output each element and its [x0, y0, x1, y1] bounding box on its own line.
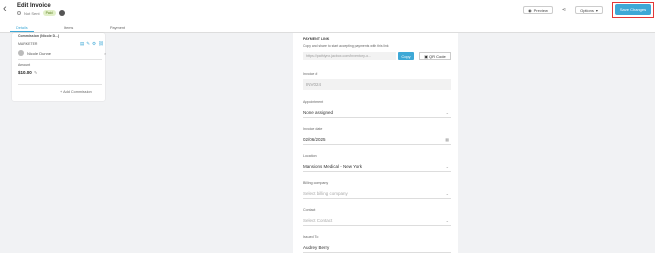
location-label: Location	[303, 154, 317, 158]
eye-icon: ◉	[528, 7, 532, 13]
chevron-down-icon: ⌄	[445, 110, 449, 115]
location-value: Mansions Medical - New York	[303, 164, 363, 169]
tab-bar: Details Items Payment	[0, 24, 655, 33]
qr-code-button[interactable]: ▣ QR Code	[419, 52, 451, 60]
tab-details[interactable]: Details	[16, 26, 28, 30]
divider	[18, 59, 102, 60]
contact-placeholder: Select Contact	[303, 218, 333, 223]
qr-code-icon: ▣	[424, 53, 429, 59]
save-changes-button[interactable]: Save Changes	[615, 4, 651, 15]
billing-company-placeholder: Select billing company	[303, 191, 348, 196]
preview-label: Preview	[533, 7, 548, 13]
pencil-icon[interactable]: ✎	[34, 70, 37, 75]
payment-link-field[interactable]: https://pathlynx.jacbox.com/inventory-o.…	[303, 52, 396, 60]
invoice-number-label: Invoice #	[303, 72, 318, 76]
marketer-name: Nicole Dunne	[27, 51, 52, 56]
qr-code-label: QR Code	[429, 53, 446, 59]
commission-heading: Commission (Nicole D...)	[18, 34, 60, 38]
issued-to-field[interactable]: Audrey Berry	[303, 242, 451, 253]
calendar-icon[interactable]: ▦	[445, 134, 449, 145]
payment-link-label: PAYMENT LINK	[303, 37, 330, 41]
contact-label: Contact	[303, 208, 316, 212]
top-bar: ‹ Edit Invoice Not Sent Paid ◉ Preview ⋖…	[0, 0, 655, 24]
tab-items[interactable]: Items	[64, 26, 73, 30]
billing-company-select[interactable]: Select billing company ⌄	[303, 188, 451, 199]
link-icon[interactable]: ⛓	[98, 41, 104, 47]
contact-select[interactable]: Select Contact ⌄	[303, 215, 451, 226]
card-actions: ▤ ✎ ⚙ ⛓	[80, 41, 104, 47]
status-icon	[17, 11, 21, 15]
invoice-date-value: 02/06/2025	[303, 137, 326, 142]
page-title: Edit Invoice	[17, 3, 51, 9]
gear-icon[interactable]: ⚙	[92, 41, 96, 47]
paid-badge: Paid	[42, 10, 56, 16]
back-arrow-icon[interactable]: ‹	[3, 3, 7, 15]
billing-company-label: Billing company	[303, 181, 329, 185]
status-text: Not Sent	[24, 10, 40, 16]
chevron-down-icon: ▾	[595, 7, 598, 13]
chevron-down-icon: ⌄	[445, 164, 449, 169]
edit-icon[interactable]: ✎	[86, 41, 90, 47]
amount-label: Amount	[18, 63, 31, 67]
appointment-select[interactable]: None assigned ⌄	[303, 107, 451, 118]
chevron-down-icon: ⌄	[445, 218, 449, 223]
payment-link-desc: Copy and share to start accepting paymen…	[303, 44, 389, 48]
avatar	[58, 10, 65, 16]
invoice-date-label: Invoice date	[303, 127, 323, 131]
appointment-label: Appointment	[303, 100, 324, 104]
chevron-down-icon: ⌄	[445, 191, 449, 196]
commission-card: Commission (Nicole D...) MARKETER ▤ ✎ ⚙ …	[12, 33, 106, 101]
marketer-avatar	[18, 50, 24, 56]
invoice-status-row: Not Sent Paid	[17, 10, 65, 16]
options-label: Options	[580, 7, 594, 13]
remove-icon[interactable]: ×	[104, 51, 106, 56]
divider	[18, 84, 102, 85]
invoice-number-field: INV024	[303, 79, 451, 90]
invoice-form: PAYMENT LINK Copy and share to start acc…	[293, 33, 458, 253]
appointment-value: None assigned	[303, 110, 334, 115]
issued-to-label: Issued To	[303, 235, 319, 239]
amount-value: $10.00	[18, 70, 32, 75]
tab-payment[interactable]: Payment	[110, 26, 125, 30]
add-commission-link[interactable]: + Add Commission	[60, 90, 92, 94]
preview-button[interactable]: ◉ Preview	[523, 6, 553, 14]
options-dropdown[interactable]: Options ▾	[575, 6, 603, 14]
location-select[interactable]: Mansions Medical - New York ⌄	[303, 161, 451, 172]
marketer-role: MARKETER	[18, 42, 38, 46]
invoice-date-field[interactable]: 02/06/2025 ▦	[303, 134, 451, 145]
copy-link-button[interactable]: Copy	[398, 52, 414, 60]
file-icon[interactable]: ▤	[80, 41, 84, 47]
share-icon[interactable]: ⋖	[560, 6, 568, 14]
active-tab-indicator	[10, 31, 34, 32]
